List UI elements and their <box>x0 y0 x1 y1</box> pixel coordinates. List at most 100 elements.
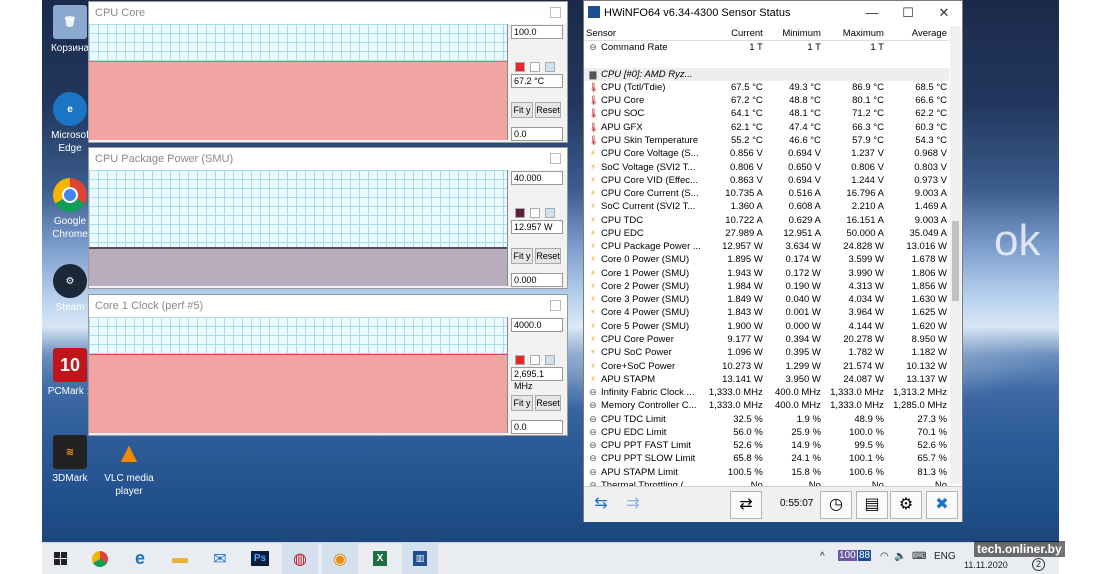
hwinfo-cpu-icon[interactable]: ◍ <box>282 543 318 574</box>
start-icon[interactable] <box>42 543 78 574</box>
table-row[interactable]: ⚡ Core 4 Power (SMU) 1.843 W 0.001 W 3.964 W… <box>584 306 949 319</box>
table-row[interactable]: ⚡ CPU TDC 10.722 A 0.629 A 16.151 A 9.003 A <box>584 213 949 226</box>
graph-max-value[interactable]: 40.000 <box>511 171 563 185</box>
color-swatch[interactable] <box>545 355 555 365</box>
report-icon[interactable]: ▤ <box>856 491 888 519</box>
table-row[interactable]: ⚡ SoC Voltage (SVI2 T... 0.806 V 0.650 V 0.8… <box>584 160 949 173</box>
table-row[interactable]: ⚡ APU STAPM 13.141 W 3.950 W 24.087 W 13.137 … <box>584 373 949 386</box>
photoshop-icon[interactable]: Ps <box>242 543 278 574</box>
table-row[interactable]: ⊖ CPU EDC Limit 56.0 % 25.9 % 100.0 % 70.1 % <box>584 426 949 439</box>
color-swatch[interactable] <box>515 355 525 365</box>
close-sensors-icon[interactable]: ✖ <box>926 491 958 519</box>
column-header[interactable]: Average <box>885 26 949 41</box>
table-row[interactable]: ⊖ Memory Controller C... 1,333.0 MHz 400.0 … <box>584 399 949 412</box>
table-row[interactable] <box>584 54 949 67</box>
table-row[interactable]: ⚡ Core 0 Power (SMU) 1.895 W 0.174 W 3.599 W… <box>584 253 949 266</box>
excel-icon[interactable]: X <box>362 543 398 574</box>
graph-min-value[interactable]: 0.0 <box>511 420 563 434</box>
table-row[interactable]: ⊖ Command Rate 1 T 1 T 1 T <box>584 41 949 55</box>
table-row[interactable]: ⊖ CPU TDC Limit 32.5 % 1.9 % 48.9 % 27.3 % <box>584 412 949 425</box>
expand-arrows-icon[interactable]: ⇆ <box>586 491 616 517</box>
settings-icon[interactable]: ⚙ <box>890 491 922 519</box>
table-row[interactable]: ⚡ CPU Core Current (S... 10.735 A 0.516 A 16… <box>584 187 949 200</box>
table-row[interactable]: ⚡ CPU Core Power 9.177 W 0.394 W 20.278 W 8.9… <box>584 333 949 346</box>
table-row[interactable]: ⚡ Core+SoC Power 10.273 W 1.299 W 21.574 W 10… <box>584 359 949 372</box>
table-row[interactable]: ⚡ Core 5 Power (SMU) 1.900 W 0.000 W 4.144 W… <box>584 320 949 333</box>
graph-min-value[interactable]: 0.0 <box>511 127 563 141</box>
desktop-icon-3dmark[interactable]: ≋ 3DMark <box>42 435 102 485</box>
color-swatch[interactable] <box>515 62 525 72</box>
table-row[interactable]: 🌡 CPU Core 67.2 °C 48.8 °C 80.1 °C 66.6 °C <box>584 94 949 107</box>
table-row[interactable]: ⚡ Core 3 Power (SMU) 1.849 W 0.040 W 4.034 W… <box>584 293 949 306</box>
table-row[interactable]: ⊖ CPU PPT SLOW Limit 65.8 % 24.1 % 100.1 % 65… <box>584 452 949 465</box>
notification-badge[interactable]: 2 <box>1032 558 1045 571</box>
graph-window-core1-clock[interactable]: Core 1 Clock (perf #5) 4000.0 2,695.1 MH… <box>88 294 568 436</box>
fit-y-button[interactable]: Fit y <box>511 102 533 118</box>
table-row[interactable]: ⚡ CPU SoC Power 1.096 W 0.395 W 1.782 W 1.182… <box>584 346 949 359</box>
table-row[interactable]: 🌡 CPU SOC 64.1 °C 48.1 °C 71.2 °C 62.2 °C <box>584 107 949 120</box>
graph-max-value[interactable]: 100.0 <box>511 25 563 39</box>
tray-indicator[interactable]: 88 <box>858 550 872 561</box>
column-header[interactable]: Minimum <box>764 26 823 41</box>
vertical-scrollbar[interactable] <box>950 26 961 484</box>
color-swatch[interactable] <box>530 208 540 218</box>
color-swatch[interactable] <box>515 208 525 218</box>
table-row[interactable]: ⊖ CPU PPT FAST Limit 52.6 % 14.9 % 99.5 % 52.… <box>584 439 949 452</box>
clock-date[interactable]: 11.11.2020 <box>964 560 1008 570</box>
table-row[interactable]: ⚡ CPU Core VID (Effec... 0.863 V 0.694 V 1.2… <box>584 174 949 187</box>
column-header[interactable]: Sensor <box>584 26 703 41</box>
edge-icon[interactable]: e <box>122 543 158 574</box>
hwinfo-window[interactable]: HWiNFO64 v6.34-4300 Sensor Status — ☐ ✕ … <box>583 0 963 522</box>
language-indicator[interactable]: ENG <box>934 551 956 562</box>
capture-icon[interactable]: ◉ <box>322 543 358 574</box>
network-icon[interactable]: ⇄ <box>730 491 762 519</box>
reset-button[interactable]: Reset <box>535 102 561 118</box>
table-row[interactable]: ⚡ SoC Current (SVI2 T... 1.360 A 0.608 A 2.2… <box>584 200 949 213</box>
volume-icon[interactable]: 🔈 <box>894 551 906 562</box>
graph-min-value[interactable]: 0.000 <box>511 273 563 287</box>
maximize-icon[interactable]: ☐ <box>890 1 926 25</box>
close-icon[interactable] <box>550 153 561 164</box>
column-header[interactable]: Current <box>702 26 765 41</box>
wifi-icon[interactable]: ◠ <box>880 551 889 562</box>
table-row[interactable]: 🌡 APU GFX 62.1 °C 47.4 °C 66.3 °C 60.3 °C <box>584 121 949 134</box>
scrollbar-thumb[interactable] <box>952 221 959 301</box>
window-titlebar[interactable]: HWiNFO64 v6.34-4300 Sensor Status — ☐ ✕ <box>584 1 962 25</box>
color-swatch[interactable] <box>530 355 540 365</box>
color-swatch[interactable] <box>545 62 555 72</box>
table-row[interactable]: ⊖ Infinity Fabric Clock ... 1,333.0 MHz 400… <box>584 386 949 399</box>
close-icon[interactable]: ✕ <box>926 1 962 25</box>
minimize-icon[interactable]: — <box>854 1 890 25</box>
graph-window-package-power[interactable]: CPU Package Power (SMU) 40.000 12.957 W … <box>88 147 568 289</box>
keyboard-icon[interactable]: ⌨ <box>912 551 926 562</box>
desktop-icon-vlc[interactable]: ▲ VLC media player <box>97 435 161 498</box>
hwinfo-icon[interactable]: ▥ <box>402 543 438 574</box>
graph-max-value[interactable]: 4000.0 <box>511 318 563 332</box>
fit-y-button[interactable]: Fit y <box>511 248 533 264</box>
close-icon[interactable] <box>550 7 561 18</box>
column-header[interactable]: Maximum <box>822 26 886 41</box>
graph-window-cpu-core[interactable]: CPU Core 100.0 67.2 °C Fit y Reset 0.0 <box>88 1 568 143</box>
explorer-icon[interactable]: ▬ <box>162 543 198 574</box>
table-row[interactable]: ⚡ CPU Package Power ... 12.957 W 3.634 W 24.… <box>584 240 949 253</box>
tray-indicator[interactable]: 100 <box>838 550 857 561</box>
clock-icon[interactable]: ◷ <box>820 491 852 519</box>
group-row[interactable]: ▆ CPU [#0]: AMD Ryz... <box>584 67 949 81</box>
chrome-icon[interactable] <box>82 543 118 574</box>
table-row[interactable]: ⚡ Core 1 Power (SMU) 1.943 W 0.172 W 3.990 W… <box>584 267 949 280</box>
table-row[interactable]: ⚡ Core 2 Power (SMU) 1.984 W 0.190 W 4.313 W… <box>584 280 949 293</box>
color-swatch[interactable] <box>530 62 540 72</box>
table-row[interactable]: ⚡ CPU Core Voltage (S... 0.856 V 0.694 V 1.2… <box>584 147 949 160</box>
mail-icon[interactable]: ✉ <box>202 543 238 574</box>
reset-button[interactable]: Reset <box>535 248 561 264</box>
collapse-arrows-icon[interactable]: ⇉ <box>618 491 648 517</box>
table-row[interactable]: 🌡 CPU (Tctl/Tdie) 67.5 °C 49.3 °C 86.9 °C 68.… <box>584 81 949 94</box>
table-row[interactable]: ⊖ APU STAPM Limit 100.5 % 15.8 % 100.6 % 81.3… <box>584 466 949 479</box>
close-icon[interactable] <box>550 300 561 311</box>
fit-y-button[interactable]: Fit y <box>511 395 533 411</box>
tray-chevron-icon[interactable]: ^ <box>820 551 825 562</box>
reset-button[interactable]: Reset <box>535 395 561 411</box>
table-row[interactable]: ⚡ CPU EDC 27.989 A 12.951 A 50.000 A 35.049 A <box>584 227 949 240</box>
color-swatch[interactable] <box>545 208 555 218</box>
table-row[interactable]: 🌡 CPU Skin Temperature 55.2 °C 46.6 °C 57.9 … <box>584 134 949 147</box>
